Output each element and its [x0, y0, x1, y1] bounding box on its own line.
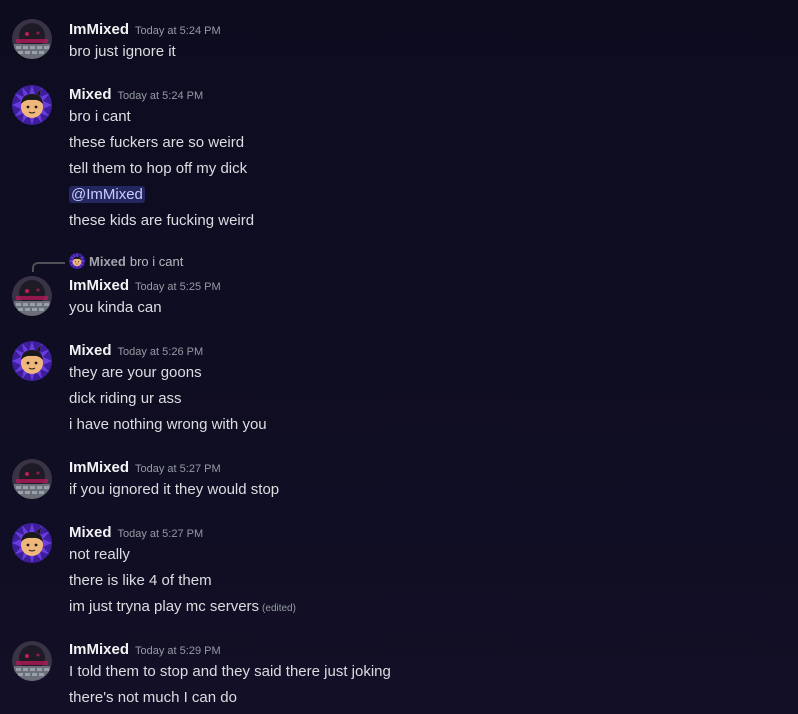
message-line-edited: im just tryna play mc servers (edited) [69, 597, 296, 619]
reply-spine [32, 262, 65, 272]
timestamp: Today at 5:24 PM [135, 25, 221, 37]
message-line-mention: @ImMixed [69, 185, 145, 205]
avatar[interactable] [12, 19, 52, 59]
message-text: these fuckers are so weird [69, 134, 245, 151]
username[interactable]: Mixed [69, 86, 112, 103]
message-header: Mixed Today at 5:27 PM [69, 523, 203, 543]
message-text: I told them to stop and they said there … [69, 663, 391, 680]
avatar[interactable] [12, 85, 52, 125]
message-text: if you ignored it they would stop [69, 481, 280, 498]
timestamp: Today at 5:27 PM [117, 528, 204, 540]
message-header: Mixed Today at 5:24 PM [69, 85, 203, 105]
timestamp: Today at 5:25 PM [135, 281, 221, 293]
user-mention[interactable]: @ImMixed [69, 186, 145, 203]
reply-text[interactable]: bro i cant [130, 254, 183, 269]
reply-preview[interactable]: Mixed bro i cant [69, 253, 183, 271]
username[interactable]: ImMixed [69, 459, 129, 476]
avatar[interactable] [12, 276, 52, 316]
message-text: i have nothing wrong with you [69, 416, 267, 433]
timestamp: Today at 5:27 PM [135, 463, 221, 475]
message-text: tell them to hop off my dick [69, 160, 248, 177]
message-header: ImMixed Today at 5:25 PM [69, 276, 221, 296]
message-text: bro just ignore it [69, 43, 176, 60]
avatar[interactable] [12, 523, 52, 563]
message-text: you kinda can [69, 299, 162, 316]
username[interactable]: ImMixed [69, 21, 129, 38]
timestamp: Today at 5:26 PM [117, 346, 204, 358]
timestamp: Today at 5:29 PM [135, 645, 221, 657]
edited-label: (edited) [262, 603, 296, 614]
message-header: ImMixed Today at 5:29 PM [69, 640, 221, 660]
username[interactable]: ImMixed [69, 641, 129, 658]
timestamp: Today at 5:24 PM [117, 90, 204, 102]
username[interactable]: ImMixed [69, 277, 129, 294]
message-text: not really [69, 546, 130, 563]
message-text: im just tryna play mc servers [69, 598, 260, 615]
username[interactable]: Mixed [69, 524, 112, 541]
reply-avatar [69, 253, 85, 269]
message-header: ImMixed Today at 5:27 PM [69, 458, 221, 478]
reply-username[interactable]: Mixed [89, 254, 126, 269]
avatar[interactable] [12, 459, 52, 499]
message-text: bro i cant [69, 108, 131, 125]
message-text: dick riding ur ass [69, 390, 182, 407]
message-text: these kids are fucking weird [69, 212, 255, 229]
chat-messages: ImMixed Today at 5:24 PM bro just ignore … [0, 0, 798, 714]
avatar[interactable] [12, 341, 52, 381]
username[interactable]: Mixed [69, 342, 112, 359]
message-header: Mixed Today at 5:26 PM [69, 341, 203, 361]
message-header: ImMixed Today at 5:24 PM [69, 20, 221, 40]
message-text: there's not much I can do [69, 689, 237, 706]
message-text: there is like 4 of them [69, 572, 212, 589]
avatar[interactable] [12, 641, 52, 681]
message-text: they are your goons [69, 364, 202, 381]
